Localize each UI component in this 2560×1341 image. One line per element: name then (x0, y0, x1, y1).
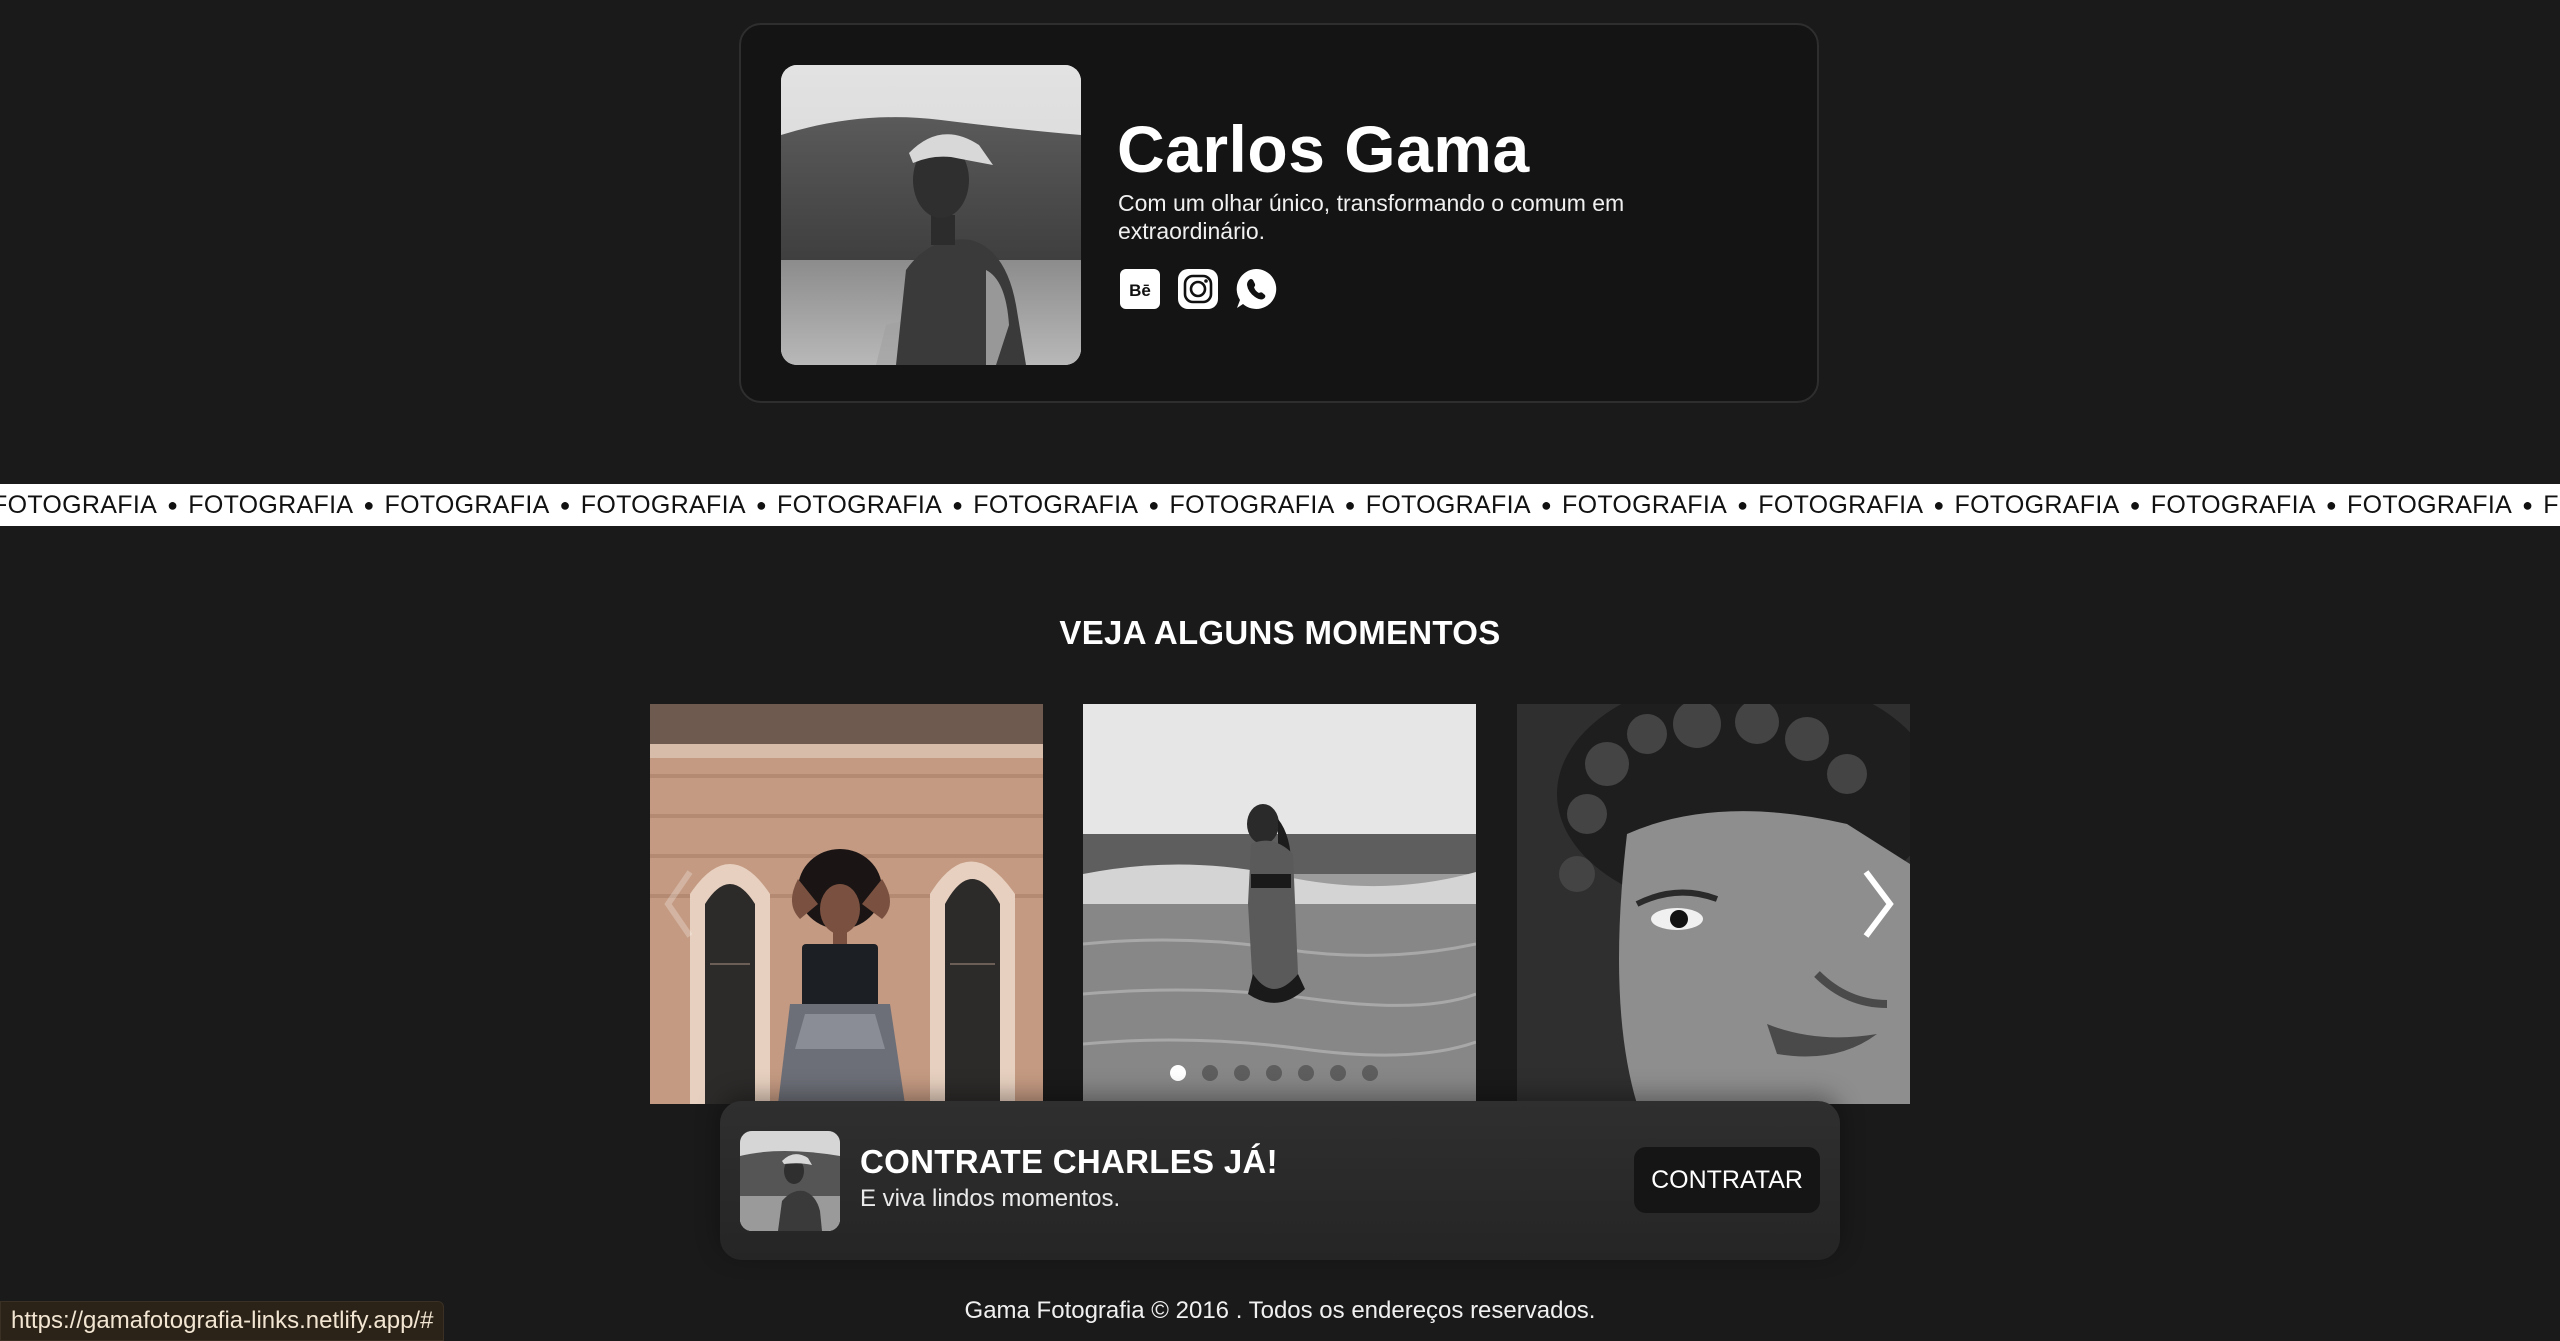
whatsapp-icon (1236, 268, 1277, 309)
marquee-word: FOTOGRAFIA (188, 490, 354, 519)
cta-subtitle: E viva lindos momentos. (860, 1185, 1121, 1212)
cta-thumbnail (740, 1131, 840, 1231)
carousel-next-button[interactable] (1848, 854, 1908, 954)
marquee-word: FOTOGRAFIA (2543, 490, 2560, 519)
marquee-separator: ● (559, 494, 571, 515)
marquee-track: FOTOGRAFIA ● FOTOGRAFIA ● FOTOGRAFIA ● FOTOGRA… (0, 484, 2560, 526)
marquee-separator: ● (1148, 494, 1160, 515)
marquee-separator: ● (755, 494, 767, 515)
gallery-title: VEJA ALGUNS MOMENTOS (1059, 614, 1501, 651)
behance-icon-label: Bē (1129, 281, 1151, 300)
chevron-left-icon (664, 870, 693, 938)
marquee-word: FOTOGRAFIA (1169, 490, 1335, 519)
carousel-pagination (1170, 1065, 1378, 1081)
marquee-word: FOTOGRAFIA (973, 490, 1139, 519)
carousel-dot[interactable] (1362, 1065, 1378, 1081)
gallery-slide-2[interactable] (1083, 704, 1476, 1104)
marquee-word: FOTOGRAFIA (580, 490, 746, 519)
profile-card: Carlos Gama Com um olhar único, transfor… (739, 23, 1819, 403)
marquee-word: FOTOGRAFIA (1562, 490, 1728, 519)
marquee-separator: ● (952, 494, 964, 515)
marquee-word: FOTOGRAFIA (384, 490, 550, 519)
carousel-dot[interactable] (1170, 1065, 1186, 1081)
marquee-separator: ● (1933, 494, 1945, 515)
hire-cta-bar: CONTRATE CHARLES JÁ! E viva lindos momen… (720, 1101, 1840, 1260)
profile-photo (781, 65, 1081, 365)
hire-button[interactable]: CONTRATAR (1634, 1147, 1820, 1213)
carousel-dot[interactable] (1234, 1065, 1250, 1081)
profile-name: Carlos Gama (1117, 112, 1530, 186)
whatsapp-link[interactable] (1234, 267, 1278, 311)
cta-title: CONTRATE CHARLES JÁ! (860, 1143, 1278, 1180)
marquee-separator: ● (1737, 494, 1749, 515)
instagram-icon (1178, 269, 1218, 309)
carousel-prev-button[interactable] (650, 854, 710, 954)
marquee-separator: ● (2522, 494, 2534, 515)
photo-carousel (650, 704, 1910, 1104)
marquee-separator: ● (167, 494, 179, 515)
marquee-word: FOTOGRAFIA (2150, 490, 2316, 519)
status-bar-url: https://gamafotografia-links.netlify.app… (0, 1301, 445, 1341)
behance-icon: Bē (1120, 269, 1160, 309)
marquee-separator: ● (1344, 494, 1356, 515)
behance-link[interactable]: Bē (1118, 267, 1162, 311)
carousel-dot[interactable] (1298, 1065, 1314, 1081)
marquee-word: FOTOGRAFIA (1758, 490, 1924, 519)
marquee-word: FOTOGRAFIA (1954, 490, 2120, 519)
profile-bio: Com um olhar único, transformando o comu… (1118, 190, 1625, 244)
marquee-word: FOTOGRAFIA (1365, 490, 1531, 519)
marquee-separator: ● (2129, 494, 2141, 515)
chevron-right-icon (1863, 870, 1894, 938)
instagram-link[interactable] (1176, 267, 1220, 311)
marquee-separator: ● (1540, 494, 1552, 515)
marquee-banner: FOTOGRAFIA ● FOTOGRAFIA ● FOTOGRAFIA ● FOTOGRA… (0, 484, 2560, 526)
marquee-word: FOTOGRAFIA (777, 490, 943, 519)
marquee-word: FOTOGRAFIA (2347, 490, 2513, 519)
social-links: Bē (1118, 267, 1278, 311)
carousel-dot[interactable] (1330, 1065, 1346, 1081)
carousel-dot[interactable] (1202, 1065, 1218, 1081)
carousel-dot[interactable] (1266, 1065, 1282, 1081)
marquee-word: FOTOGRAFIA (0, 490, 158, 519)
marquee-separator: ● (2325, 494, 2337, 515)
marquee-separator: ● (363, 494, 375, 515)
page: Carlos Gama Com um olhar único, transfor… (0, 0, 2560, 1341)
